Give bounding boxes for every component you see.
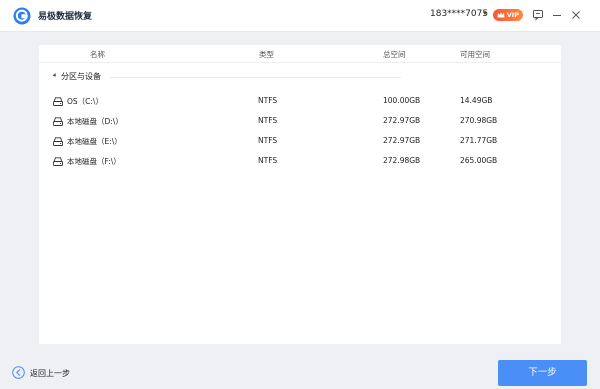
- next-button[interactable]: 下一步: [498, 360, 587, 386]
- back-arrow-icon: [12, 366, 25, 379]
- drive-free: 14.49GB: [460, 96, 493, 105]
- minimize-icon[interactable]: [551, 9, 563, 21]
- drive-total: 272.97GB: [383, 116, 421, 125]
- drive-type: NTFS: [258, 116, 278, 125]
- table-row[interactable]: 本地磁盘（F:\） NTFS 272.98GB 265.00GB: [39, 155, 561, 169]
- account-name[interactable]: 183****7075: [430, 9, 488, 19]
- group-label: 分区与设备: [61, 72, 101, 81]
- table-row[interactable]: 本地磁盘（D:\） NTFS 272.97GB 270.98GB: [39, 115, 561, 129]
- app-title: 易极数据恢复: [38, 12, 93, 22]
- hard-drive-icon: [53, 137, 63, 146]
- drive-total: 272.97GB: [383, 136, 421, 145]
- crown-icon: [497, 12, 505, 18]
- close-icon[interactable]: [570, 9, 582, 21]
- back-button[interactable]: 返回上一步: [12, 366, 82, 380]
- hard-drive-icon: [53, 157, 63, 166]
- app-logo-icon: [13, 7, 31, 25]
- table-row[interactable]: OS（C:\） NTFS 100.00GB 14.49GB: [39, 95, 561, 109]
- drive-free: 265.00GB: [460, 156, 498, 165]
- column-header-free[interactable]: 可用空间: [460, 49, 490, 60]
- collapse-caret-icon[interactable]: [52, 73, 58, 78]
- account-dropdown-icon[interactable]: [483, 12, 487, 15]
- drive-type: NTFS: [258, 156, 278, 165]
- drive-name: OS（C:\）: [67, 97, 103, 106]
- vip-label: VIP: [506, 11, 519, 19]
- group-divider: [110, 77, 401, 78]
- drive-free: 271.77GB: [460, 136, 498, 145]
- group-header-partitions[interactable]: 分区与设备: [39, 70, 561, 84]
- column-header-name[interactable]: 名称: [90, 49, 105, 60]
- os-drive-icon: [53, 97, 63, 106]
- vip-badge[interactable]: VIP: [493, 9, 523, 21]
- table-row[interactable]: 本地磁盘（E:\） NTFS 272.97GB 271.77GB: [39, 135, 561, 149]
- partition-list-panel: 名称 类型 总空间 可用空间 分区与设备 OS（C:\） NTFS 100.00…: [39, 45, 561, 344]
- table-header: 名称 类型 总空间 可用空间: [39, 45, 561, 63]
- feedback-icon[interactable]: [532, 9, 544, 21]
- drive-type: NTFS: [258, 136, 278, 145]
- column-header-type[interactable]: 类型: [259, 49, 274, 60]
- drive-total: 272.98GB: [383, 156, 421, 165]
- footer-bar: 返回上一步 下一步: [0, 352, 600, 389]
- drive-type: NTFS: [258, 96, 278, 105]
- drive-total: 100.00GB: [383, 96, 421, 105]
- drive-name: 本地磁盘（E:\）: [67, 137, 122, 146]
- drive-free: 270.98GB: [460, 116, 498, 125]
- hard-drive-icon: [53, 117, 63, 126]
- title-bar: 易极数据恢复 183****7075 VIP: [0, 0, 600, 32]
- back-label: 返回上一步: [30, 369, 70, 378]
- column-header-total[interactable]: 总空间: [383, 49, 406, 60]
- drive-name: 本地磁盘（F:\）: [67, 157, 121, 166]
- drive-name: 本地磁盘（D:\）: [67, 117, 123, 126]
